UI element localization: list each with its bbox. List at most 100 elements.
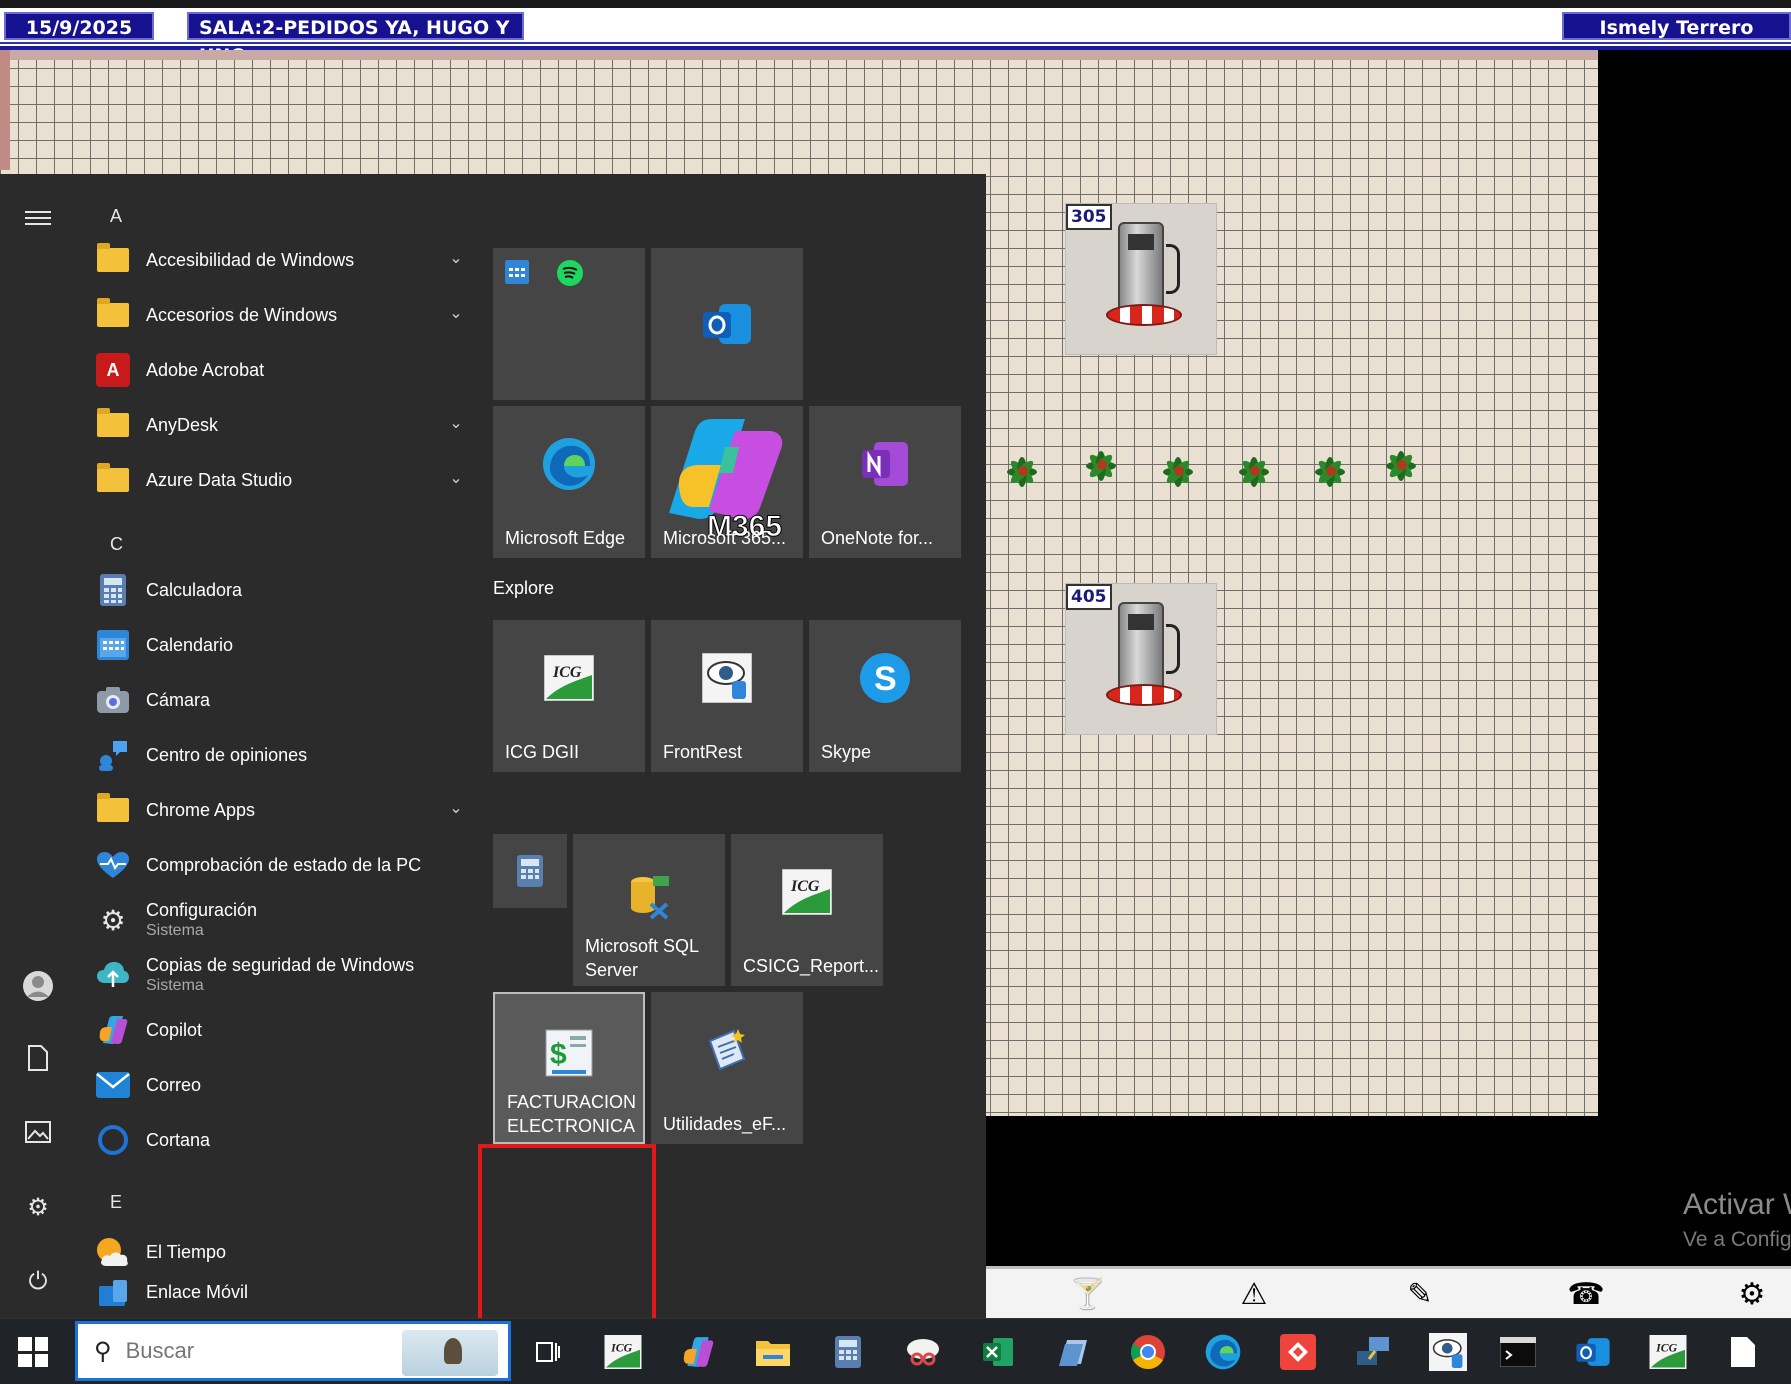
activation-watermark-title: Activar W: [1683, 1188, 1791, 1221]
user-avatar-icon[interactable]: [20, 970, 56, 1006]
plant-icon: [1304, 446, 1356, 498]
folder-icon: [96, 243, 130, 277]
group-header-a[interactable]: A: [110, 206, 122, 227]
icg-taskbar-icon-2[interactable]: ICG: [1645, 1329, 1691, 1375]
health-check-icon: [96, 848, 130, 882]
settings-gear-icon[interactable]: ⚙: [20, 1190, 56, 1226]
app-configuracion[interactable]: ⚙ Configuración Sistema: [96, 896, 466, 944]
app-enlace-movil[interactable]: Enlace Móvil: [96, 1268, 466, 1316]
calculator-icon: [517, 855, 543, 887]
edit-icon[interactable]: ✎: [1400, 1275, 1440, 1315]
tile-label: Microsoft SQL Server: [585, 936, 700, 980]
file-explorer-icon[interactable]: [750, 1329, 796, 1375]
chrome-icon[interactable]: [1125, 1329, 1171, 1375]
pump-number: 305: [1066, 204, 1112, 230]
tile-folder-calendar-spotify[interactable]: [493, 248, 645, 400]
app-accesorios-de-windows[interactable]: Accesorios de Windows ⌄: [96, 291, 466, 339]
group-header-c[interactable]: C: [110, 534, 123, 555]
menu-icon[interactable]: [20, 200, 56, 236]
anydesk-icon[interactable]: [1275, 1329, 1321, 1375]
terminal-icon[interactable]: [1495, 1329, 1541, 1375]
backup-icon: [96, 958, 130, 992]
app-subtitle: Sistema: [146, 922, 204, 939]
app-copias-de-seguridad[interactable]: Copias de seguridad de Windows Sistema: [96, 951, 466, 999]
power-icon[interactable]: ⏻: [20, 1264, 56, 1300]
tile-group-header-explore[interactable]: Explore: [493, 578, 554, 599]
tile-icg-dgii[interactable]: ICG ICG DGII: [493, 620, 645, 772]
taskbar: ⚲ ICG ICG: [0, 1318, 1791, 1384]
outlook-taskbar-icon[interactable]: [1570, 1329, 1616, 1375]
fuel-pump-405[interactable]: 405: [1065, 583, 1217, 735]
app-adobe-acrobat[interactable]: A Adobe Acrobat: [96, 346, 466, 394]
fuel-pump-305[interactable]: 305: [1065, 203, 1217, 355]
activation-watermark-subtitle: Ve a Config: [1683, 1228, 1791, 1251]
chevron-down-icon[interactable]: ⌄: [446, 303, 466, 323]
camera-icon: [96, 683, 130, 717]
svg-text:ICG: ICG: [790, 878, 820, 895]
icg-taskbar-icon[interactable]: ICG: [600, 1329, 646, 1375]
tile-utilidades-ef[interactable]: Utilidades_eF...: [651, 992, 803, 1144]
network-app-icon[interactable]: [1350, 1329, 1396, 1375]
tile-label: FACTURACION ELECTRONICA: [507, 1092, 637, 1136]
excel-icon[interactable]: [975, 1329, 1021, 1375]
chevron-down-icon[interactable]: ⌄: [446, 413, 466, 433]
tile-label: Microsoft Edge: [505, 528, 626, 548]
task-view-icon[interactable]: [525, 1329, 571, 1375]
app-azure-data-studio[interactable]: Azure Data Studio ⌄: [96, 456, 466, 504]
app-comprobacion-estado-pc[interactable]: Comprobación de estado de la PC: [96, 841, 466, 889]
blank-document-icon[interactable]: [1720, 1329, 1766, 1375]
tile-frontrest[interactable]: FrontRest: [651, 620, 803, 772]
documents-icon[interactable]: [20, 1044, 56, 1080]
tile-facturacion-electronica[interactable]: $ FACTURACION ELECTRONICA: [493, 992, 645, 1144]
app-name: Cámara: [146, 689, 211, 710]
frontrest-taskbar-icon[interactable]: [1425, 1329, 1471, 1375]
pos-user-name[interactable]: Ismely Terrero: [1562, 12, 1791, 40]
tile-microsoft-edge[interactable]: Microsoft Edge: [493, 406, 645, 558]
search-input[interactable]: [125, 1338, 386, 1364]
cocktail-icon[interactable]: 🍸: [1068, 1275, 1108, 1315]
users-icon[interactable]: ⚙: [1732, 1275, 1772, 1315]
app-chrome-apps[interactable]: Chrome Apps ⌄: [96, 786, 466, 834]
document-app-icon[interactable]: [1050, 1329, 1096, 1375]
tile-csicg-report[interactable]: ICG CSICG_Report...: [731, 834, 883, 986]
taskbar-search-box[interactable]: ⚲: [75, 1321, 511, 1381]
chevron-down-icon[interactable]: ⌄: [446, 798, 466, 818]
app-correo[interactable]: Correo: [96, 1061, 466, 1109]
tile-microsoft-sql-server[interactable]: Microsoft SQL Server: [573, 834, 725, 986]
search-icon: ⚲: [94, 1337, 112, 1365]
app-name: Calculadora: [146, 579, 243, 600]
copilot-taskbar-icon[interactable]: [675, 1329, 721, 1375]
chevron-down-icon[interactable]: ⌄: [446, 248, 466, 268]
app-copilot[interactable]: Copilot: [96, 1006, 466, 1054]
chevron-down-icon[interactable]: ⌄: [446, 468, 466, 488]
tile-skype[interactable]: S Skype: [809, 620, 961, 772]
tile-outlook[interactable]: [651, 248, 803, 400]
app-camara[interactable]: Cámara: [96, 676, 466, 724]
settings-icon: ⚙: [100, 904, 126, 936]
icg-icon: ICG: [782, 868, 832, 915]
windows-start-icon[interactable]: [18, 1337, 48, 1367]
app-calculadora[interactable]: Calculadora: [96, 566, 466, 614]
start-rail: ⚙ ⏻: [0, 174, 78, 1318]
pictures-icon[interactable]: [20, 1118, 56, 1154]
app-name: Copilot: [146, 1019, 203, 1040]
app-accesibilidad-de-windows[interactable]: Accesibilidad de Windows ⌄: [96, 236, 466, 284]
tile-calculator-small[interactable]: [493, 834, 567, 908]
snipping-tool-icon[interactable]: [900, 1329, 946, 1375]
app-cortana[interactable]: Cortana: [96, 1116, 466, 1164]
phone-icon[interactable]: ☎: [1566, 1275, 1606, 1315]
app-calendario[interactable]: Calendario: [96, 621, 466, 669]
table-alert-icon[interactable]: ⚠: [1234, 1275, 1274, 1315]
edge-taskbar-icon[interactable]: [1200, 1329, 1246, 1375]
floor-plan-footer-area: [986, 1116, 1791, 1266]
group-header-e[interactable]: E: [110, 1192, 122, 1213]
app-name: Configuración: [146, 900, 258, 920]
app-centro-de-opiniones[interactable]: Centro de opiniones: [96, 731, 466, 779]
plant-icon: [996, 446, 1048, 498]
calculator-taskbar-icon[interactable]: [825, 1329, 871, 1375]
tile-onenote[interactable]: OneNote for...: [809, 406, 961, 558]
pos-sala-title[interactable]: SALA:2-PEDIDOS YA, HUGO Y UNO: [187, 12, 524, 67]
tile-microsoft-365[interactable]: M365 Microsoft 365...: [651, 406, 803, 558]
app-anydesk[interactable]: AnyDesk ⌄: [96, 401, 466, 449]
start-menu: ⚙ ⏻ A C E Accesibilidad de Windows ⌄ Acc…: [0, 174, 986, 1336]
